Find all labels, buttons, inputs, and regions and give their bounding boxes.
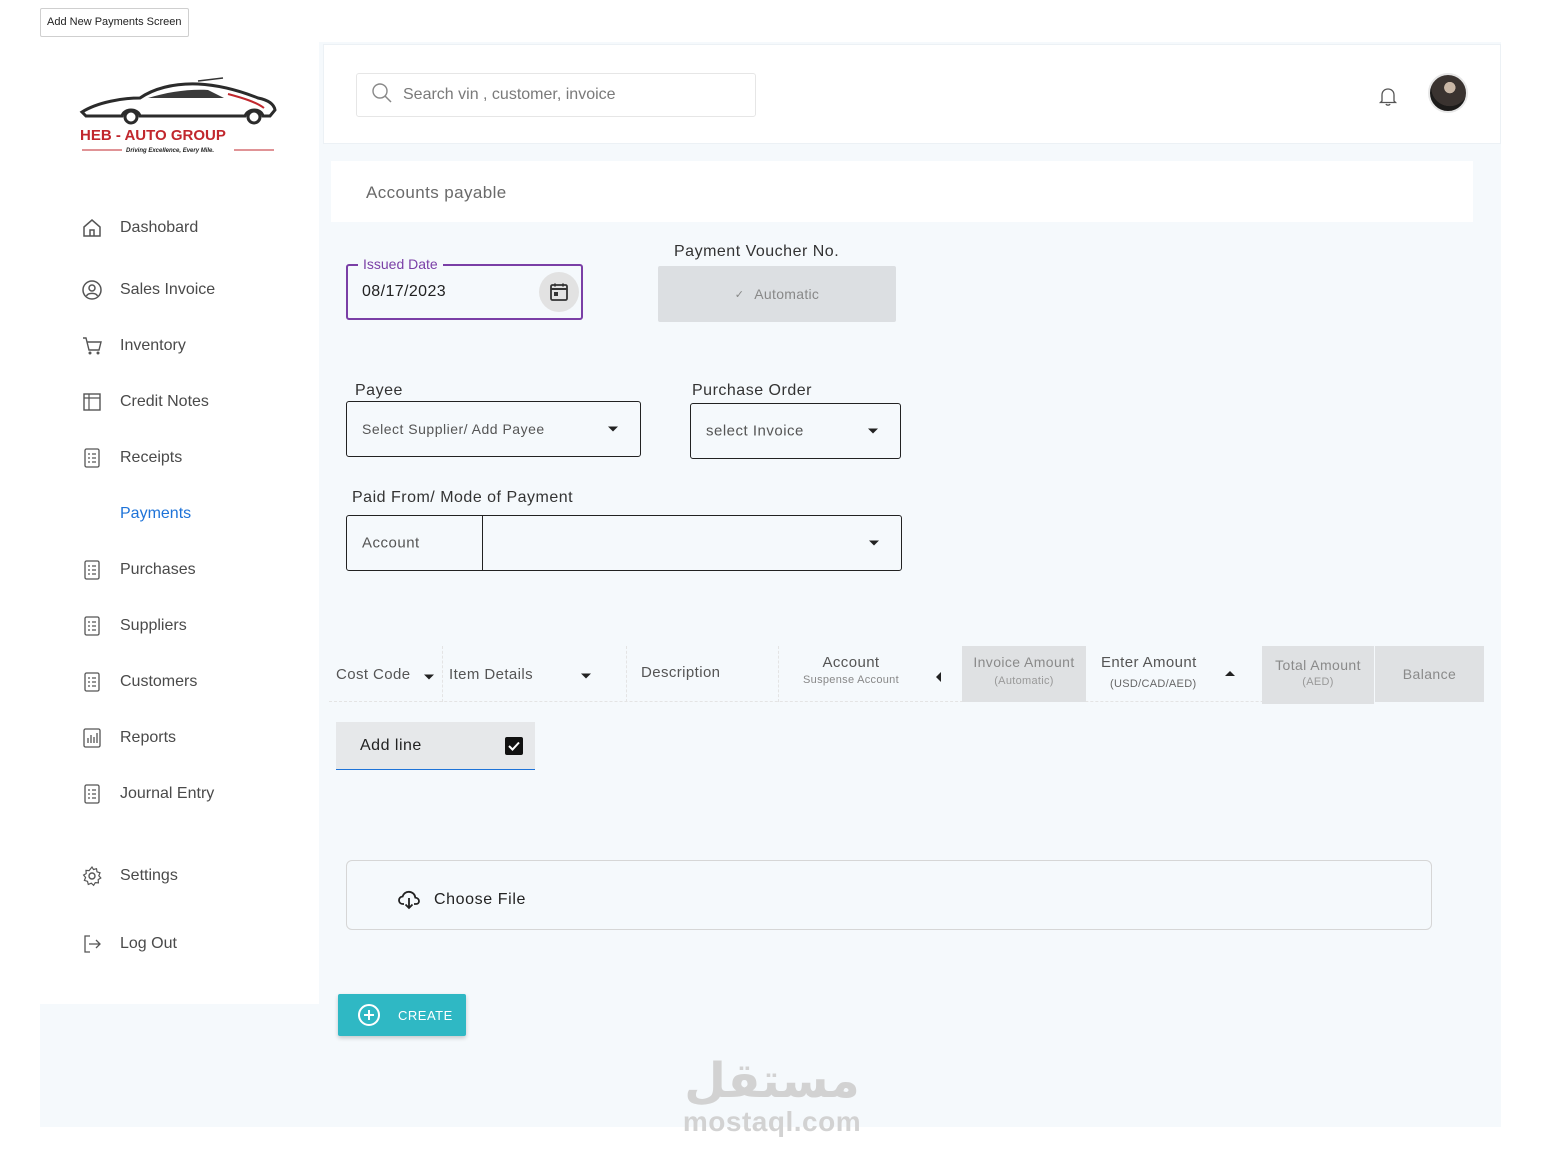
create-label: CREATE [398, 1008, 453, 1023]
sidebar-item-settings[interactable]: Settings [80, 861, 178, 891]
voucher-field: ✓ Automatic [658, 266, 896, 322]
cloud-upload-icon [397, 887, 421, 916]
issued-date-label: Issued Date [358, 256, 443, 272]
logout-icon [80, 932, 104, 956]
paid-from-select[interactable]: Account [346, 515, 902, 571]
watermark-arabic: مستقل [684, 1053, 860, 1109]
add-line-label: Add line [360, 737, 422, 754]
column-item-details[interactable]: Item Details [443, 646, 627, 702]
cart-icon [80, 334, 104, 358]
sidebar: HEB - AUTO GROUP Driving Excellence, Eve… [40, 42, 319, 1004]
frame-label: Add New Payments Screen [40, 8, 189, 37]
list-icon [80, 614, 104, 638]
sidebar-item-sales-invoice[interactable]: Sales Invoice [80, 275, 215, 305]
app-window: HEB - AUTO GROUP Driving Excellence, Eve… [40, 42, 1501, 1127]
chevron-left-icon [936, 672, 941, 682]
sidebar-item-label: Dashobard [120, 219, 199, 236]
page-title-bar: Accounts payable [331, 161, 1473, 222]
sidebar-item-label: Purchases [120, 561, 196, 578]
notification-bell-icon[interactable] [1377, 85, 1399, 112]
brand-logo: HEB - AUTO GROUP Driving Excellence, Eve… [78, 72, 278, 162]
calendar-icon[interactable] [539, 272, 579, 312]
search-input[interactable] [403, 86, 733, 104]
search-icon [371, 82, 393, 109]
sidebar-item-label: Sales Invoice [120, 281, 216, 298]
sidebar-item-log-out[interactable]: Log Out [80, 929, 177, 959]
sidebar-item-label: Suppliers [120, 617, 187, 634]
sidebar-item-payments[interactable]: Payments [80, 499, 191, 529]
sidebar-item-journal-entry[interactable]: Journal Entry [80, 779, 214, 809]
checkbox-checked-icon[interactable] [505, 737, 523, 755]
sidebar-item-label: Reports [120, 729, 177, 746]
sidebar-item-label: Log Out [120, 935, 177, 952]
list-icon [80, 670, 104, 694]
payee-select[interactable]: Select Supplier/ Add Payee [346, 401, 641, 457]
paid-from-label: Paid From/ Mode of Payment [352, 489, 574, 506]
column-account[interactable]: Account Suspense Account [779, 646, 962, 702]
issued-date-field[interactable]: Issued Date 08/17/2023 [346, 256, 583, 320]
list-icon [80, 782, 104, 806]
watermark: مستقل mostaql.com [677, 1055, 867, 1137]
sidebar-item-label: Credit Notes [120, 393, 209, 410]
sidebar-item-label: Journal Entry [120, 785, 215, 802]
gear-icon [80, 864, 104, 888]
chevron-down-icon [868, 428, 878, 434]
purchase-order-select[interactable]: select Invoice [690, 403, 901, 459]
sidebar-item-dashboard[interactable]: Dashobard [80, 213, 198, 243]
add-line-button[interactable]: Add line [336, 722, 535, 770]
column-balance: Balance [1375, 646, 1484, 702]
check-icon: ✓ [734, 288, 745, 301]
payee-label: Payee [355, 382, 403, 399]
voucher-value: Automatic [754, 286, 820, 302]
sidebar-item-inventory[interactable]: Inventory [80, 331, 186, 361]
issued-date-value: 08/17/2023 [362, 283, 447, 300]
sidebar-item-receipts[interactable]: Receipts [80, 443, 182, 473]
user-avatar[interactable] [1428, 73, 1468, 113]
account-label: Account [362, 534, 420, 552]
chevron-down-icon [608, 426, 618, 432]
sidebar-item-reports[interactable]: Reports [80, 723, 176, 753]
divider [482, 516, 483, 570]
chevron-up-icon [1225, 671, 1235, 676]
sidebar-item-label: Payments [120, 505, 192, 522]
sidebar-item-credit-notes[interactable]: Credit Notes [80, 387, 209, 417]
sidebar-item-customers[interactable]: Customers [80, 667, 197, 697]
top-header [323, 44, 1501, 144]
purchase-order-label: Purchase Order [692, 382, 812, 399]
column-invoice-amount: Invoice Amount (Automatic) [962, 646, 1086, 702]
sidebar-item-label: Inventory [120, 337, 186, 354]
watermark-latin: mostaql.com [682, 1106, 862, 1137]
sidebar-item-purchases[interactable]: Purchases [80, 555, 196, 585]
page-title: Accounts payable [366, 183, 507, 202]
column-total-amount: Total Amount (AED) [1262, 646, 1374, 704]
chart-icon [80, 726, 104, 750]
list-icon [80, 446, 104, 470]
chevron-down-icon [581, 673, 591, 679]
sidebar-item-label: Receipts [120, 449, 183, 466]
column-enter-amount[interactable]: Enter Amount (USD/CAD/AED) [1086, 646, 1262, 702]
list-icon [80, 558, 104, 582]
brand-tagline: Driving Excellence, Every Mile. [126, 148, 214, 154]
voucher-label: Payment Voucher No. [674, 243, 840, 260]
home-icon [80, 216, 104, 240]
sidebar-item-label: Settings [120, 867, 178, 884]
chevron-down-icon [869, 540, 879, 546]
column-description[interactable]: Description [627, 646, 779, 702]
file-upload-dropzone[interactable]: Choose File [346, 860, 1432, 930]
create-button[interactable]: CREATE [338, 994, 466, 1036]
choose-file-label: Choose File [434, 891, 526, 908]
sidebar-item-suppliers[interactable]: Suppliers [80, 611, 187, 641]
search-bar[interactable] [356, 73, 756, 117]
column-cost-code[interactable]: Cost Code [329, 646, 443, 702]
lines-table-header: Cost Code Item Details Description Accou… [329, 646, 1484, 704]
notes-icon [80, 390, 104, 414]
brand-name: HEB - AUTO GROUP [80, 127, 226, 144]
plus-circle-icon [358, 1004, 380, 1026]
user-circle-icon [80, 278, 104, 302]
payee-value: Select Supplier/ Add Payee [362, 421, 545, 437]
chevron-down-icon [424, 674, 434, 680]
purchase-order-value: select Invoice [706, 422, 804, 440]
sidebar-item-label: Customers [120, 673, 198, 690]
